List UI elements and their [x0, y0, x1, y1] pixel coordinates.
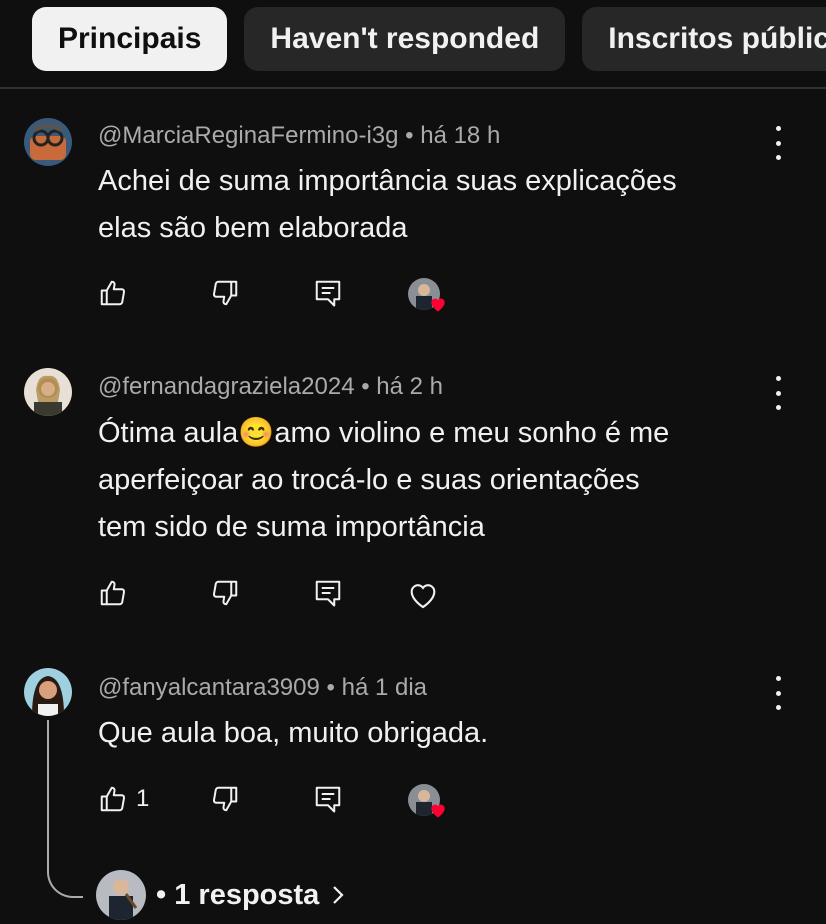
comment-line: Ótima aula😊amo violino e meu sonho é me: [98, 417, 670, 449]
like-count: 1: [136, 785, 150, 812]
reply-icon: [315, 786, 341, 813]
chip-principais[interactable]: Principais: [32, 7, 228, 71]
comment-text: Achei de suma importância suas explicaçõ…: [98, 158, 788, 252]
thumbs-up-icon: [100, 580, 126, 606]
like-button[interactable]: [98, 278, 136, 308]
reply-icon: [315, 280, 341, 307]
comment-time: há 18 h: [420, 122, 501, 149]
comment-author[interactable]: @fernandagraziela2024: [98, 373, 355, 400]
comment-line: Achei de suma importância suas explicaçõ…: [98, 165, 677, 197]
thread-connector: [47, 720, 83, 898]
comment-menu-icon[interactable]: [764, 676, 792, 710]
comment-line: Que aula boa, muito obrigada.: [98, 717, 489, 749]
header-divider: [0, 87, 826, 89]
thumbs-down-icon: [212, 280, 238, 306]
reply-button[interactable]: [313, 278, 343, 308]
thumbs-up-icon: [100, 786, 126, 812]
comment-actions: 1: [98, 784, 498, 824]
creator-heart[interactable]: [408, 278, 448, 318]
heart-button[interactable]: [406, 578, 440, 612]
comment-line: aperfeiçoar ao trocá-lo e suas orientaçõ…: [98, 464, 640, 496]
heart-outline-icon: [410, 584, 436, 609]
comment-text: Que aula boa, muito obrigada.: [98, 710, 788, 757]
comment-author[interactable]: @fanyalcantara3909: [98, 674, 320, 701]
dislike-button[interactable]: [210, 784, 240, 814]
heart-icon: [431, 298, 445, 312]
comment-text: Ótima aula😊amo violino e meu sonho é me …: [98, 410, 788, 551]
comment-meta: @MarciaReginaFermino-i3g • há 18 h: [98, 122, 500, 150]
reply-button[interactable]: [313, 784, 343, 814]
chip-havent-responded[interactable]: Haven't responded: [244, 7, 566, 71]
chip-inscritos-publicos[interactable]: Inscritos públic: [582, 7, 826, 71]
comment-time: há 1 dia: [341, 674, 428, 701]
meta-separator: •: [354, 373, 377, 400]
heart-icon: [431, 804, 445, 818]
comment-menu-icon[interactable]: [764, 376, 792, 410]
dislike-button[interactable]: [210, 578, 240, 608]
reply-icon: [315, 580, 341, 607]
creator-heart[interactable]: [408, 784, 448, 824]
like-button[interactable]: 1: [98, 784, 149, 814]
comment-actions: [98, 278, 498, 318]
dislike-button[interactable]: [210, 278, 240, 308]
comment-line: tem sido de suma importância: [98, 511, 485, 543]
comment-author[interactable]: @MarciaReginaFermino-i3g: [98, 122, 398, 149]
comment-line: elas são bem elaborada: [98, 212, 408, 244]
chevron-right-icon: [333, 886, 344, 904]
avatar[interactable]: [24, 668, 72, 716]
thumbs-down-icon: [212, 786, 238, 812]
reply-author-avatar: [96, 870, 146, 920]
filter-chips: Principais Haven't responded Inscritos p…: [32, 7, 826, 71]
meta-separator: •: [319, 674, 342, 701]
comment-time: há 2 h: [376, 373, 444, 400]
comment-actions: [98, 578, 498, 618]
smiling-face-emoji: 😊: [238, 417, 275, 449]
replies-count: • 1 resposta: [156, 878, 320, 911]
reply-button[interactable]: [313, 578, 343, 608]
avatar[interactable]: [24, 368, 72, 416]
comment-meta: @fernandagraziela2024 • há 2 h: [98, 373, 443, 401]
like-button[interactable]: [98, 578, 136, 608]
meta-separator: •: [398, 122, 421, 149]
comment-meta: @fanyalcantara3909 • há 1 dia: [98, 674, 427, 702]
avatar[interactable]: [24, 118, 72, 166]
comment-menu-icon[interactable]: [764, 126, 792, 160]
thumbs-up-icon: [100, 280, 126, 306]
replies-link[interactable]: • 1 resposta: [96, 870, 347, 920]
thumbs-down-icon: [212, 580, 238, 606]
